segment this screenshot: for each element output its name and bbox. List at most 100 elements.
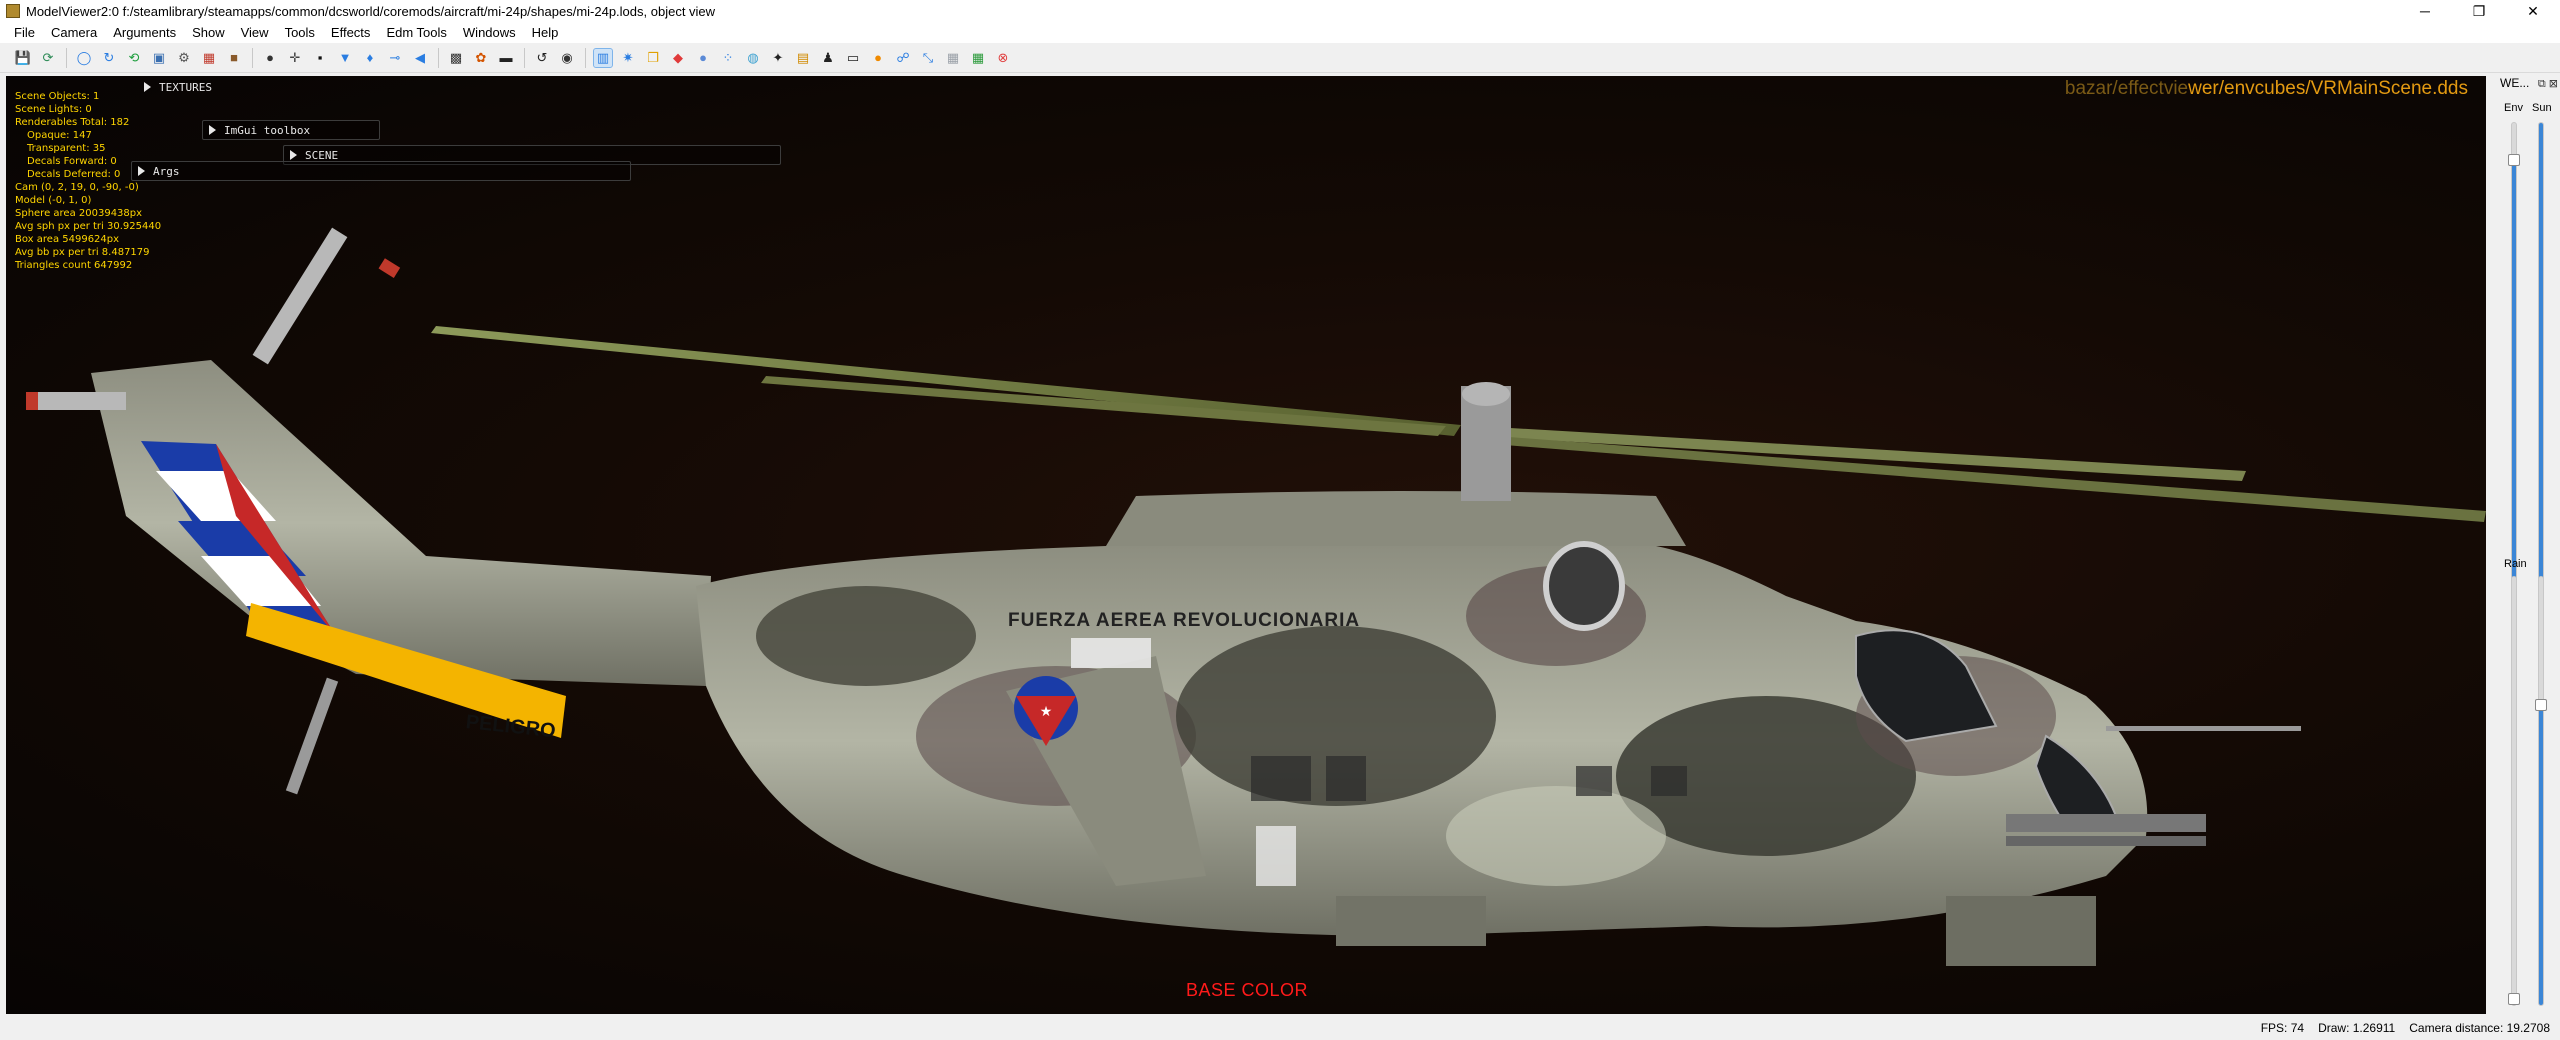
orange-ball-icon[interactable]: ● — [869, 49, 887, 67]
snowflake-icon[interactable]: ✷ — [619, 49, 637, 67]
sun-lower-slider-thumb[interactable] — [2535, 699, 2547, 712]
env-label: Env — [2504, 102, 2523, 114]
stop-icon[interactable]: ⊗ — [994, 49, 1012, 67]
undo-icon[interactable]: ↺ — [533, 49, 551, 67]
terminal-icon[interactable]: ▬ — [497, 49, 515, 67]
menu-help[interactable]: Help — [524, 25, 567, 40]
lamp-icon[interactable]: ♦ — [361, 49, 379, 67]
menu-edm-tools[interactable]: Edm Tools — [378, 25, 454, 40]
weather-panel: WE... ⧉ ⊠ Env Sun Rain — [2492, 76, 2560, 1014]
app-icon — [6, 4, 20, 18]
menu-tools[interactable]: Tools — [277, 25, 323, 40]
globe-icon[interactable]: ◍ — [744, 49, 762, 67]
picture-icon[interactable]: ▤ — [794, 49, 812, 67]
box-brown-icon[interactable]: ■ — [225, 49, 243, 67]
toolbar-separator — [252, 47, 253, 68]
stat-line: Sphere area 20039438px — [15, 208, 143, 219]
stat-line: Transparent: 35 — [27, 143, 106, 154]
render-mode-label: BASE COLOR — [1186, 980, 1309, 1000]
rain-slider-thumb[interactable] — [2508, 993, 2520, 1005]
close-button[interactable]: ✕ — [2506, 0, 2560, 22]
menu-file[interactable]: File — [6, 25, 43, 40]
cube-red-icon[interactable]: ◆ — [669, 49, 687, 67]
save-icon[interactable]: 💾 — [14, 49, 32, 67]
stat-line: Avg sph px per tri 30.925440 — [15, 221, 162, 232]
fps-readout: FPS: 74 — [2260, 1021, 2305, 1035]
expand-arrow-icon — [290, 150, 297, 160]
person2-icon[interactable]: ♟ — [819, 49, 837, 67]
stat-line: Cam (0, 2, 19, 0, -90, -0) — [15, 182, 139, 193]
env-cube-path: bazar/effectviewer/envcubes/VRMainScene.… — [2064, 78, 2468, 99]
funnel-icon[interactable]: ▼ — [336, 49, 354, 67]
record-icon[interactable]: ◉ — [558, 49, 576, 67]
tail-rotor-blade-2 — [26, 392, 126, 410]
expand-arrow-icon — [138, 166, 145, 176]
palette-icon[interactable]: ✿ — [472, 49, 490, 67]
panel-title: WE... — [2500, 76, 2530, 90]
textures-header[interactable]: TEXTURES — [144, 79, 212, 95]
reload-icon[interactable]: ⟳ — [39, 49, 57, 67]
imgui-toolbox-header[interactable]: ImGui toolbox — [202, 120, 380, 140]
panel-dock-icons[interactable]: ⧉ ⊠ — [2538, 77, 2558, 91]
env-slider-thumb[interactable] — [2508, 154, 2520, 167]
maximize-button[interactable]: ❐ — [2452, 0, 2506, 22]
rain-slider[interactable] — [2508, 576, 2520, 1006]
toolbar-separator — [438, 47, 439, 68]
menu-bar: File Camera Arguments Show View Tools Effects E… — [0, 22, 2560, 43]
window-controls: ─ ❐ ✕ — [2398, 0, 2560, 22]
grid-dots-icon[interactable]: ⁘ — [719, 49, 737, 67]
bar-chart-icon[interactable]: ▥ — [593, 47, 613, 68]
stat-line: Opaque: 147 — [27, 130, 92, 141]
svg-text:FUERZA AEREA REVOLUCIONARIA: FUERZA AEREA REVOLUCIONARIA — [1008, 610, 1360, 631]
stat-line: Triangles count 647992 — [15, 260, 133, 271]
toolbar-separator — [524, 47, 525, 68]
sun-lower-slider-fill — [2539, 705, 2543, 1005]
frame-icon[interactable]: ▪ — [311, 49, 329, 67]
circle-blue-icon[interactable]: ◯ — [75, 49, 93, 67]
grid-icon[interactable]: ▦ — [969, 49, 987, 67]
render-stats: Scene Objects: 1 Scene Lights: 0 Renderabl… — [15, 90, 161, 272]
network-icon[interactable]: ☍ — [894, 49, 912, 67]
rotate-icon[interactable]: ↻ — [100, 49, 118, 67]
toolbar-separator — [585, 47, 586, 68]
menu-camera[interactable]: Camera — [43, 25, 105, 40]
copy-icon[interactable]: ❐ — [644, 49, 662, 67]
crosshair-icon[interactable]: ✛ — [286, 49, 304, 67]
camera-icon[interactable]: ▦ — [200, 49, 218, 67]
portrait-icon[interactable]: ▩ — [447, 49, 465, 67]
table-icon[interactable]: ▦ — [944, 49, 962, 67]
render-viewport[interactable]: PELIGRO ★ FUERZA AEREA REVOLUCIONARIA Sc… — [6, 76, 2486, 1014]
menu-view[interactable]: View — [233, 25, 277, 40]
sun-label: Sun — [2532, 102, 2552, 114]
speaker-icon[interactable]: ◀ — [411, 49, 429, 67]
pin-icon[interactable]: ✦ — [769, 49, 787, 67]
person-icon[interactable]: ● — [261, 49, 279, 67]
menu-arguments[interactable]: Arguments — [105, 25, 184, 40]
gear-icon[interactable]: ⚙ — [175, 49, 193, 67]
menu-show[interactable]: Show — [184, 25, 233, 40]
toolbar-separator — [66, 47, 67, 68]
sun-lower-slider[interactable] — [2535, 576, 2547, 1006]
menu-windows[interactable]: Windows — [455, 25, 524, 40]
image-icon[interactable]: ▣ — [150, 49, 168, 67]
env-slider-fill — [2512, 160, 2516, 591]
refresh-green-icon[interactable]: ⟲ — [125, 49, 143, 67]
env-slider[interactable] — [2508, 122, 2520, 592]
transform-icon[interactable]: ⤡ — [919, 49, 937, 67]
menu-effects[interactable]: Effects — [323, 25, 379, 40]
sun-slider-fill — [2539, 123, 2543, 591]
axis-icon[interactable]: ⊸ — [386, 49, 404, 67]
title-bar: ModelViewer2:0 f:/steamlibrary/steamapps… — [0, 0, 2560, 22]
main-rotor-blade-left-2 — [761, 376, 1446, 436]
helicopter-model[interactable]: PELIGRO ★ FUERZA AEREA REVOLUCIONARIA — [6, 76, 2486, 1014]
engine-intake — [1543, 541, 1625, 631]
car-icon[interactable]: ▭ — [844, 49, 862, 67]
minimize-button[interactable]: ─ — [2398, 0, 2452, 22]
sphere-icon[interactable]: ● — [694, 49, 712, 67]
stat-line: Scene Lights: 0 — [15, 104, 92, 115]
args-header[interactable]: Args — [131, 161, 631, 181]
sun-slider[interactable] — [2538, 122, 2544, 592]
window-title: ModelViewer2:0 f:/steamlibrary/steamapps… — [26, 3, 716, 19]
expand-arrow-icon — [209, 125, 216, 135]
status-bar: FPS: 74 Draw: 1.26911 Camera distance: 1… — [0, 1016, 2560, 1040]
